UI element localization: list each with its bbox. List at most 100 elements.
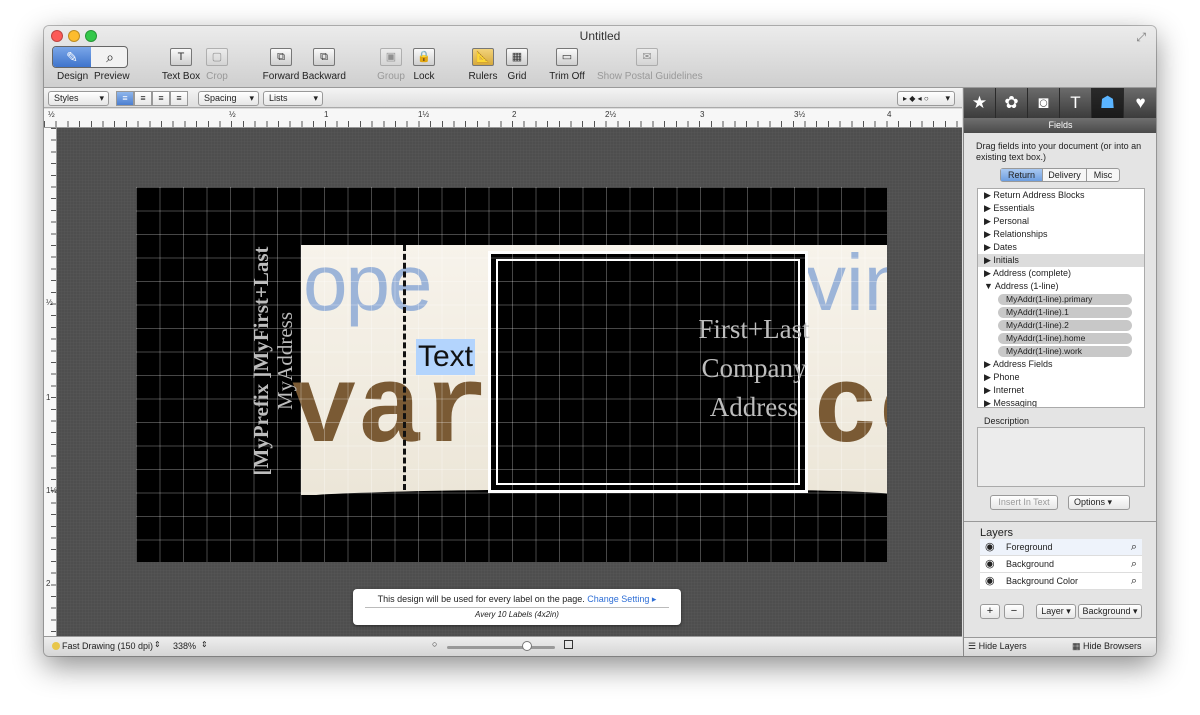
tab-stops-control[interactable]: ▸ ◆ ◂ ○ (897, 91, 955, 106)
hide-layers-button[interactable]: ☰ Hide Layers (968, 641, 1027, 652)
status-bar: Fast Drawing (150 dpi) ⇕ 338% ⇕ ○ (44, 636, 962, 656)
design-mode-icon[interactable]: ✎ (53, 47, 91, 67)
eye-icon[interactable]: ◉ (985, 542, 995, 553)
tab-misc[interactable]: Misc (1087, 169, 1119, 181)
styles-popup[interactable]: Styles (48, 91, 109, 106)
drawing-stepper-icon[interactable]: ⇕ (154, 640, 161, 649)
change-setting-link[interactable]: Change Setting ▸ (587, 594, 656, 604)
text-icon[interactable]: T (1060, 88, 1092, 118)
tree-item[interactable]: ▶ Relationships (978, 228, 1144, 241)
design-tip: This design will be used for every label… (353, 589, 681, 625)
background-popup[interactable]: Background ▾ (1078, 604, 1142, 619)
zoom-out-icon[interactable]: ○ (432, 639, 437, 649)
selected-text-box[interactable]: Text (416, 339, 476, 375)
zoom-in-icon[interactable] (564, 640, 573, 649)
panel-footer: ☰ Hide Layers ▦ Hide Browsers (964, 637, 1156, 656)
ruler-label: 2 (46, 579, 51, 588)
label-type: Avery 10 Labels (4x2in) (475, 610, 559, 619)
tree-item[interactable]: ▶ Essentials (978, 202, 1144, 215)
tree-item-expanded[interactable]: ▼ Address (1-line) (978, 280, 1144, 293)
align-center-icon[interactable]: ≡ (134, 91, 152, 106)
right-panel: ★ ✿ ◙ T ☗ ♥ Fields Drag fields into your… (963, 88, 1156, 656)
zoom-stepper-icon[interactable]: ⇕ (201, 640, 208, 649)
trimoff-button[interactable]: ▭ Trim Off (547, 48, 587, 82)
mode-segmented-control[interactable]: ✎ ⌕ (52, 46, 128, 68)
tree-item[interactable]: ▶ Address (complete) (978, 267, 1144, 280)
search-icon[interactable]: ⌕ (1131, 573, 1137, 590)
design-canvas[interactable]: ope vin var co First+Last Company Addres… (57, 128, 962, 636)
fullscreen-icon[interactable]: ⤢ (1136, 30, 1146, 45)
ruler-label: ½ (229, 110, 236, 119)
add-layer-button[interactable]: + (980, 604, 1000, 619)
tree-item[interactable]: ▶ Internet (978, 384, 1144, 397)
postal-guidelines-button[interactable]: ✉ Show Postal Guidelines (597, 48, 703, 82)
return-name-line: [MyPrefix ]MyFirst+Last (249, 246, 273, 476)
drawing-status-icon (52, 642, 60, 650)
options-popup[interactable]: Options ▾ (1068, 495, 1130, 510)
preview-mode-icon[interactable]: ⌕ (91, 47, 127, 67)
horizontal-ruler[interactable]: ½ ½ 1 1½ 2 2½ 3 3½ 4 (44, 109, 962, 128)
field-token[interactable]: MyAddr(1-line).2 (978, 319, 1144, 332)
frame-line-company[interactable]: Company (646, 353, 862, 384)
tab-delivery[interactable]: Delivery (1043, 169, 1087, 181)
remove-layer-button[interactable]: − (1004, 604, 1024, 619)
layer-row[interactable]: ◉ Background Color ⌕ (980, 573, 1142, 590)
zoom-popup[interactable]: 338% (173, 641, 196, 651)
fields-tree[interactable]: ▶ Return Address Blocks ▶ Essentials ▶ P… (977, 188, 1145, 408)
grid-button[interactable]: ▦ Grid (502, 48, 532, 82)
ruler-label: 3 (700, 110, 705, 119)
drawing-quality-popup[interactable]: Fast Drawing (150 dpi) (62, 641, 153, 651)
backward-button[interactable]: ⧉ Backward (302, 48, 346, 82)
spacing-popup[interactable]: Spacing (198, 91, 259, 106)
person-icon[interactable]: ☗ (1092, 88, 1124, 118)
justify-icon[interactable]: ≡ (170, 91, 188, 106)
field-token[interactable]: MyAddr(1-line).work (978, 345, 1144, 358)
star-icon[interactable]: ★ (964, 88, 996, 118)
tree-item[interactable]: ▶ Personal (978, 215, 1144, 228)
tree-item[interactable]: ▶ Address Fields (978, 358, 1144, 371)
align-left-icon[interactable]: ≡ (116, 91, 134, 106)
align-right-icon[interactable]: ≡ (152, 91, 170, 106)
tree-item[interactable]: ▶ Return Address Blocks (978, 189, 1144, 202)
tree-item-selected[interactable]: ▶ Initials (978, 254, 1144, 267)
group-button[interactable]: ▣ Group (375, 48, 407, 82)
ruler-label: 3½ (794, 110, 806, 119)
ruler-label: 1 (324, 110, 329, 119)
return-address-block[interactable]: [MyPrefix ]MyFirst+Last MyAddress (236, 242, 306, 502)
fields-tab-control[interactable]: Return Delivery Misc (1000, 168, 1120, 182)
ruler-label: 2½ (605, 110, 617, 119)
eye-icon[interactable]: ◉ (985, 576, 995, 587)
layer-popup[interactable]: Layer ▾ (1036, 604, 1076, 619)
forward-button[interactable]: ⧉ Forward (262, 48, 300, 82)
camera-icon[interactable]: ◙ (1028, 88, 1060, 118)
search-icon[interactable]: ⌕ (1131, 539, 1137, 556)
eye-icon[interactable]: ◉ (985, 559, 995, 570)
layer-row[interactable]: ◉ Background ⌕ (980, 556, 1142, 573)
tree-item[interactable]: ▶ Dates (978, 241, 1144, 254)
field-token[interactable]: MyAddr(1-line).primary (978, 293, 1144, 306)
label-design[interactable]: ope vin var co First+Last Company Addres… (136, 187, 887, 562)
insert-in-text-button[interactable]: Insert In Text (990, 495, 1058, 510)
layer-row[interactable]: ◉ Foreground ⌕ (980, 539, 1142, 556)
field-token[interactable]: MyAddr(1-line).home (978, 332, 1144, 345)
tab-return[interactable]: Return (1001, 169, 1043, 181)
lock-button[interactable]: 🔒 Lock (409, 48, 439, 82)
textbox-button[interactable]: T Text Box (161, 48, 201, 82)
flower-icon[interactable]: ✿ (996, 88, 1028, 118)
tree-item[interactable]: ▶ Phone (978, 371, 1144, 384)
tree-item[interactable]: ▶ Messaging (978, 397, 1144, 407)
zoom-slider-knob[interactable] (522, 641, 532, 651)
heart-icon[interactable]: ♥ (1124, 88, 1156, 118)
vertical-ruler[interactable]: ½ 1 1½ 2 (44, 128, 57, 636)
crop-button[interactable]: ▢ Crop (201, 48, 233, 82)
field-token[interactable]: MyAddr(1-line).1 (978, 306, 1144, 319)
zoom-slider[interactable] (447, 646, 555, 649)
browser-tabs: ★ ✿ ◙ T ☗ ♥ (964, 88, 1156, 118)
preview-label: Preview (94, 71, 130, 82)
frame-line-address[interactable]: Address (646, 392, 862, 423)
hide-browsers-button[interactable]: ▦ Hide Browsers (1072, 641, 1142, 652)
lists-popup[interactable]: Lists (263, 91, 323, 106)
rulers-button[interactable]: 📐 Rulers (466, 48, 500, 82)
frame-line-name[interactable]: First+Last (646, 314, 862, 345)
search-icon[interactable]: ⌕ (1131, 556, 1137, 573)
